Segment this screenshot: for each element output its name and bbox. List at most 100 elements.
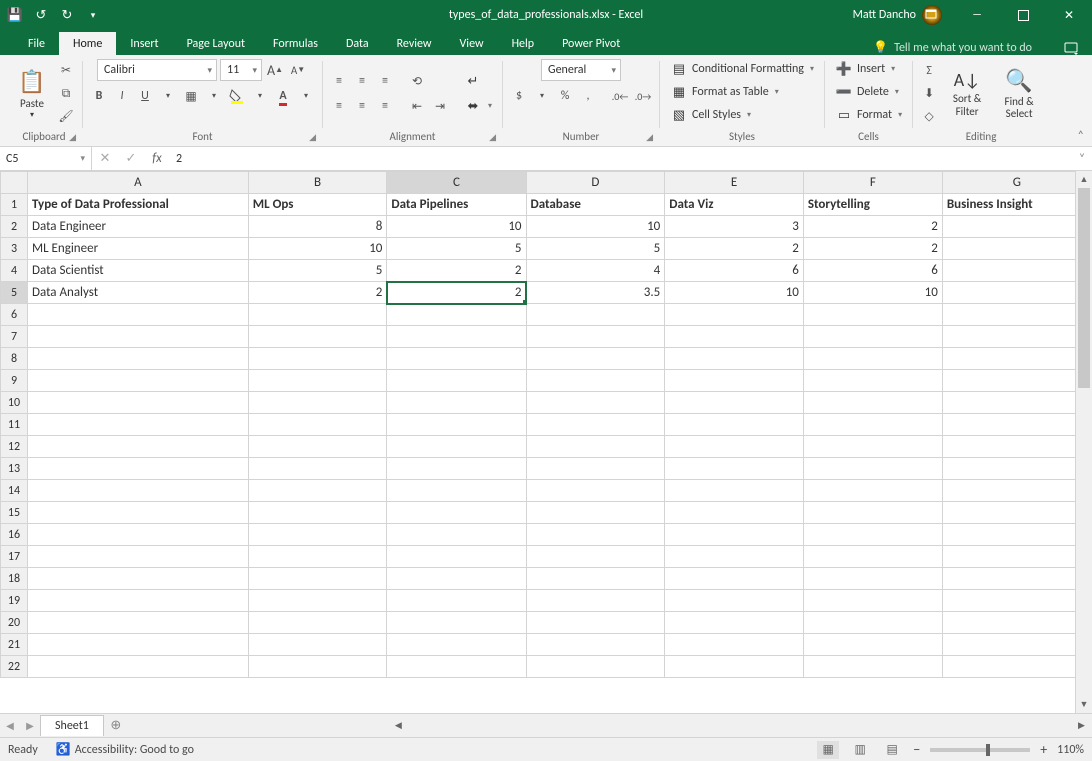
cell-C15[interactable]: [387, 502, 526, 524]
menu-tab-home[interactable]: Home: [59, 32, 116, 55]
conditional-formatting-button[interactable]: ▤Conditional Formatting▾: [666, 59, 818, 79]
cell-D17[interactable]: [526, 546, 665, 568]
menu-tab-file[interactable]: File: [14, 32, 59, 55]
cell-C3[interactable]: 5: [387, 238, 526, 260]
cell-G11[interactable]: [942, 414, 1091, 436]
cell-D22[interactable]: [526, 656, 665, 678]
row-header-11[interactable]: 11: [1, 414, 28, 436]
cell-F19[interactable]: [803, 590, 942, 612]
menu-tab-view[interactable]: View: [446, 32, 498, 55]
cell-B13[interactable]: [248, 458, 387, 480]
cell-E4[interactable]: 6: [665, 260, 804, 282]
row-header-13[interactable]: 13: [1, 458, 28, 480]
cell-F3[interactable]: 2: [803, 238, 942, 260]
cell-E20[interactable]: [665, 612, 804, 634]
tell-me-search[interactable]: 💡 Tell me what you want to do: [873, 40, 1052, 55]
cell-B9[interactable]: [248, 370, 387, 392]
row-header-12[interactable]: 12: [1, 436, 28, 458]
cell-B4[interactable]: 5: [248, 260, 387, 282]
cell-B19[interactable]: [248, 590, 387, 612]
cell-G17[interactable]: [942, 546, 1091, 568]
cell-E14[interactable]: [665, 480, 804, 502]
autosum-icon[interactable]: Σ: [919, 61, 939, 81]
cell-B7[interactable]: [248, 326, 387, 348]
cell-D3[interactable]: 5: [526, 238, 665, 260]
cell-E11[interactable]: [665, 414, 804, 436]
menu-tab-formulas[interactable]: Formulas: [259, 32, 332, 55]
cell-D12[interactable]: [526, 436, 665, 458]
menu-tab-data[interactable]: Data: [332, 32, 383, 55]
cell-F11[interactable]: [803, 414, 942, 436]
menu-tab-power-pivot[interactable]: Power Pivot: [548, 32, 634, 55]
cell-F15[interactable]: [803, 502, 942, 524]
cell-C11[interactable]: [387, 414, 526, 436]
cell-B6[interactable]: [248, 304, 387, 326]
increase-font-icon[interactable]: A▲: [265, 60, 285, 80]
decrease-font-icon[interactable]: A▼: [288, 60, 308, 80]
cell-E12[interactable]: [665, 436, 804, 458]
cell-B21[interactable]: [248, 634, 387, 656]
cell-A10[interactable]: [28, 392, 249, 414]
cell-A19[interactable]: [28, 590, 249, 612]
cell-C21[interactable]: [387, 634, 526, 656]
row-header-7[interactable]: 7: [1, 326, 28, 348]
cell-A22[interactable]: [28, 656, 249, 678]
sort-filter-button[interactable]: A↓ Sort & Filter: [943, 69, 991, 117]
cell-C1[interactable]: Data Pipelines: [387, 194, 526, 216]
bold-button[interactable]: B: [89, 86, 109, 106]
cell-F22[interactable]: [803, 656, 942, 678]
cell-E13[interactable]: [665, 458, 804, 480]
cell-C16[interactable]: [387, 524, 526, 546]
cell-C14[interactable]: [387, 480, 526, 502]
redo-icon[interactable]: ↻: [60, 8, 74, 22]
menu-tab-help[interactable]: Help: [498, 32, 549, 55]
cell-B2[interactable]: 8: [248, 216, 387, 238]
cell-G16[interactable]: [942, 524, 1091, 546]
fx-icon[interactable]: fx: [144, 147, 170, 170]
cell-F7[interactable]: [803, 326, 942, 348]
align-top-icon[interactable]: ≡: [329, 71, 349, 91]
status-accessibility[interactable]: ♿Accessibility: Good to go: [56, 742, 194, 757]
cell-A7[interactable]: [28, 326, 249, 348]
cell-E22[interactable]: [665, 656, 804, 678]
cell-E18[interactable]: [665, 568, 804, 590]
align-bottom-icon[interactable]: ≡: [375, 71, 395, 91]
qat-customize-icon[interactable]: ▾: [86, 8, 100, 22]
cell-F6[interactable]: [803, 304, 942, 326]
cell-F20[interactable]: [803, 612, 942, 634]
normal-view-icon[interactable]: ▦: [817, 741, 839, 759]
cell-D20[interactable]: [526, 612, 665, 634]
cell-C17[interactable]: [387, 546, 526, 568]
cell-G4[interactable]: [942, 260, 1091, 282]
cancel-formula-icon[interactable]: ✕: [92, 147, 118, 170]
cell-D14[interactable]: [526, 480, 665, 502]
cell-D16[interactable]: [526, 524, 665, 546]
cell-G12[interactable]: [942, 436, 1091, 458]
cell-G13[interactable]: [942, 458, 1091, 480]
row-header-2[interactable]: 2: [1, 216, 28, 238]
row-header-6[interactable]: 6: [1, 304, 28, 326]
tab-nav-next-icon[interactable]: ▶: [20, 719, 40, 732]
cell-B3[interactable]: 10: [248, 238, 387, 260]
increase-decimal-icon[interactable]: .0←: [610, 86, 630, 106]
vertical-scrollbar[interactable]: ▲ ▼: [1075, 171, 1092, 713]
cell-E9[interactable]: [665, 370, 804, 392]
cell-D4[interactable]: 4: [526, 260, 665, 282]
decrease-indent-icon[interactable]: ⇤: [407, 96, 427, 116]
scroll-up-icon[interactable]: ▲: [1076, 171, 1092, 188]
cell-C2[interactable]: 10: [387, 216, 526, 238]
cell-C5[interactable]: 2: [387, 282, 526, 304]
col-header-D[interactable]: D: [526, 172, 665, 194]
cell-D5[interactable]: 3.5: [526, 282, 665, 304]
align-right-icon[interactable]: ≡: [375, 96, 395, 116]
cell-A3[interactable]: ML Engineer: [28, 238, 249, 260]
orientation-icon[interactable]: ⟲: [407, 71, 427, 91]
cell-B11[interactable]: [248, 414, 387, 436]
cell-E7[interactable]: [665, 326, 804, 348]
new-sheet-icon[interactable]: ⊕: [104, 718, 128, 733]
dialog-launcher-icon[interactable]: ◢: [646, 132, 653, 143]
cell-A21[interactable]: [28, 634, 249, 656]
cell-G14[interactable]: [942, 480, 1091, 502]
cell-A17[interactable]: [28, 546, 249, 568]
cell-D7[interactable]: [526, 326, 665, 348]
